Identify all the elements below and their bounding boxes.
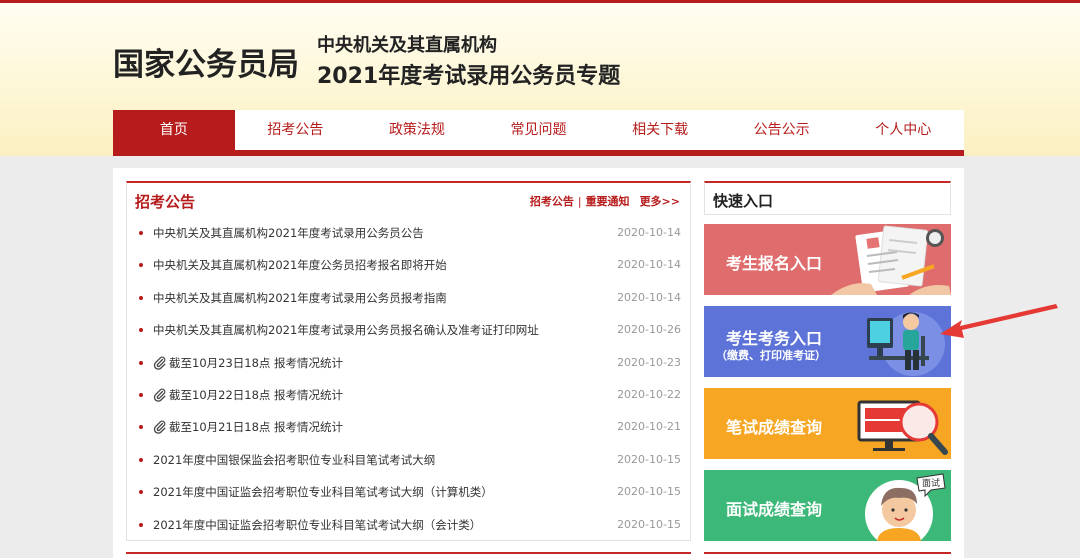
list-item: 中央机关及其直属机构2021年度公务员招考报名即将开始 2020-10-14 xyxy=(127,249,690,281)
notice-link[interactable]: 中央机关及其直属机构2021年度考试录用公务员公告 xyxy=(153,217,424,249)
arrow-annotation-icon xyxy=(940,304,1058,338)
interview-score-query-label: 面试成绩查询 xyxy=(726,500,823,519)
notice-link[interactable]: 截至10月21日18点 报考情况统计 xyxy=(169,411,343,443)
more-link[interactable]: 更多>> xyxy=(640,195,680,208)
notices-link[interactable]: 招考公告 xyxy=(530,195,574,208)
bullet-dot-icon xyxy=(139,522,143,527)
interview-badge-text: 面试 xyxy=(922,477,940,489)
notice-link[interactable]: 2021年度中国证监会招考职位专业科目笔试考试大纲（会计类） xyxy=(153,509,481,541)
bullet-dot-icon xyxy=(139,295,143,300)
bullet-dot-icon xyxy=(139,490,143,495)
notice-date: 2020-10-15 xyxy=(617,452,681,466)
notices-panel-links: 招考公告 | 重要通知 更多>> xyxy=(530,193,680,209)
notice-link[interactable]: 中央机关及其直属机构2021年度公务员招考报名即将开始 xyxy=(153,249,447,281)
list-item: 截至10月21日18点 报考情况统计 2020-10-21 xyxy=(127,411,690,443)
notice-date: 2020-10-22 xyxy=(617,387,681,401)
next-panel-top xyxy=(126,552,691,558)
attachment-icon xyxy=(153,420,166,435)
nav-underline xyxy=(113,150,964,156)
nav-item-downloads[interactable]: 相关下载 xyxy=(599,110,721,150)
notice-date: 2020-10-14 xyxy=(617,258,681,272)
notice-date: 2020-10-26 xyxy=(617,323,681,337)
list-item: 2021年度中国证监会招考职位专业科目笔试考试大纲（会计类） 2020-10-1… xyxy=(127,509,690,541)
exam-affairs-entry-label: 考生考务入口 xyxy=(726,329,823,348)
quick-entry-panel: 快速入口 xyxy=(704,181,951,215)
nav-item-announcements[interactable]: 公告公示 xyxy=(721,110,843,150)
bullet-dot-icon xyxy=(139,231,143,235)
nav-item-home[interactable]: 首页 xyxy=(113,110,235,150)
notice-link[interactable]: 中央机关及其直属机构2021年度考试录用公务员报考指南 xyxy=(153,282,447,314)
computer-user-icon xyxy=(867,312,945,376)
list-item: 中央机关及其直属机构2021年度考试录用公务员公告 2020-10-14 xyxy=(127,217,690,249)
notice-date: 2020-10-15 xyxy=(617,485,681,499)
list-item: 2021年度中国证监会招考职位专业科目笔试考试大纲（计算机类） 2020-10-… xyxy=(127,476,690,508)
site-logo[interactable]: 国家公务员局 xyxy=(113,39,299,84)
exam-affairs-entry-sublabel: （缴费、打印准考证） xyxy=(716,349,826,362)
bullet-dot-icon xyxy=(139,263,143,268)
notice-link[interactable]: 截至10月22日18点 报考情况统计 xyxy=(169,379,343,411)
list-item: 中央机关及其直属机构2021年度考试录用公务员报考指南 2020-10-14 xyxy=(127,282,690,314)
notice-link[interactable]: 2021年度中国证监会招考职位专业科目笔试考试大纲（计算机类） xyxy=(153,476,493,508)
notice-link[interactable]: 中央机关及其直属机构2021年度考试录用公务员报名确认及准考证打印网址 xyxy=(153,314,539,346)
notice-date: 2020-10-14 xyxy=(617,290,681,304)
exam-affairs-entry-button[interactable]: 考生考务入口 （缴费、打印准考证） xyxy=(704,306,951,377)
main-nav: 首页 招考公告 政策法规 常见问题 相关下载 公告公示 个人中心 xyxy=(113,110,964,150)
bullet-dot-icon xyxy=(139,392,143,397)
list-item: 截至10月22日18点 报考情况统计 2020-10-22 xyxy=(127,379,690,411)
attachment-icon xyxy=(153,388,166,402)
interview-score-query-button[interactable]: 面试成绩查询 面试 xyxy=(704,470,951,541)
bullet-dot-icon xyxy=(139,425,143,430)
bullet-dot-icon xyxy=(139,457,143,462)
header-subtitle-org: 中央机关及其直属机构 xyxy=(317,35,497,56)
notice-date: 2020-10-15 xyxy=(617,517,681,531)
notice-link[interactable]: 截至10月23日18点 报考情况统计 xyxy=(169,347,343,379)
notice-link[interactable]: 2021年度中国银保监会招考职位专业科目笔试考试大纲 xyxy=(153,444,435,476)
notice-date: 2020-10-23 xyxy=(617,355,681,369)
attachment-icon xyxy=(153,356,166,370)
quick-entry-title: 快速入口 xyxy=(713,192,774,210)
nav-item-policies[interactable]: 政策法规 xyxy=(356,110,478,150)
notice-date: 2020-10-21 xyxy=(617,420,681,434)
list-item: 中央机关及其直属机构2021年度考试录用公务员报名确认及准考证打印网址 2020… xyxy=(127,314,690,346)
written-score-query-button[interactable]: 笔试成绩查询 xyxy=(704,388,951,459)
header-subtitle-topic: 2021年度考试录用公务员专题 xyxy=(317,64,621,89)
list-item: 截至10月23日18点 报考情况统计 2020-10-23 xyxy=(127,347,690,379)
bullet-dot-icon xyxy=(139,328,143,333)
nav-item-faq[interactable]: 常见问题 xyxy=(478,110,600,150)
written-score-query-label: 笔试成绩查询 xyxy=(726,418,823,437)
notices-panel-title: 招考公告 xyxy=(135,193,196,211)
next-quick-panel-top xyxy=(704,552,951,558)
notices-list: 中央机关及其直属机构2021年度考试录用公务员公告 2020-10-14 中央机… xyxy=(127,217,690,541)
notices-panel: 招考公告 招考公告 | 重要通知 更多>> 中央机关及其直属机构2021年度考试录用公… xyxy=(126,181,691,541)
document-form-icon xyxy=(831,225,951,295)
links-separator: | xyxy=(577,195,582,208)
nav-item-personal-center[interactable]: 个人中心 xyxy=(842,110,964,150)
interview-person-icon: 面试 xyxy=(865,473,946,541)
list-item: 2021年度中国银保监会招考职位专业科目笔试考试大纲 2020-10-15 xyxy=(127,444,690,476)
bullet-dot-icon xyxy=(139,360,143,365)
notice-date: 2020-10-14 xyxy=(617,226,681,239)
important-notices-link[interactable]: 重要通知 xyxy=(586,195,630,208)
nav-item-notices[interactable]: 招考公告 xyxy=(235,110,357,150)
register-entry-label: 考生报名入口 xyxy=(726,254,823,273)
monitor-magnifier-icon xyxy=(857,400,948,455)
register-entry-button[interactable]: 考生报名入口 xyxy=(704,224,951,295)
